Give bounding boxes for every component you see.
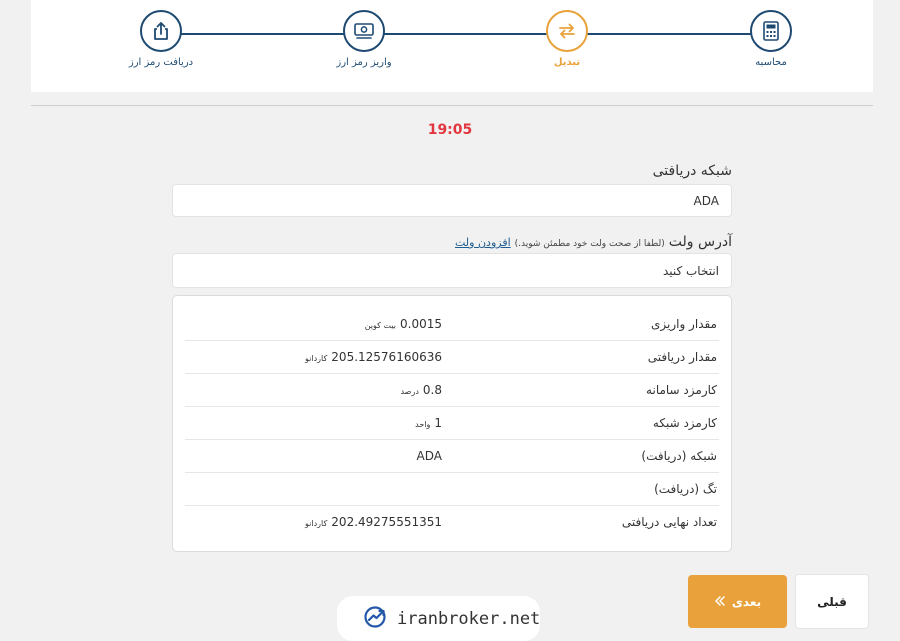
summary-row-label: مقدار دریافتی — [647, 350, 717, 364]
summary-row: شبکه (دریافت) ADA — [185, 440, 719, 473]
wallet-label-row: آدرس ولت(لطفا از صحت ولت خود مطمئن شوید.… — [455, 234, 732, 250]
summary-card: مقدار واریزی 0.0015 بیت کوین مقدار دریافت… — [172, 295, 732, 552]
network-value: ADA — [693, 193, 719, 208]
summary-row-value: 0.8درصد — [400, 383, 442, 397]
summary-row: تگ (دریافت) — [185, 473, 719, 506]
wallet-select[interactable]: انتخاب کنید — [172, 253, 732, 288]
add-wallet-link[interactable]: افزودن ولت — [455, 236, 511, 249]
value-number: 1 — [434, 416, 442, 430]
summary-row-label: مقدار واریزی — [650, 317, 717, 331]
summary-row: کارمزد سامانه 0.8درصد — [185, 374, 719, 407]
iranbroker-logo-icon — [363, 605, 389, 633]
prev-button-label: قبلی — [817, 594, 847, 609]
value-unit: کاردانو — [305, 354, 328, 363]
value-number: 0.8 — [422, 383, 442, 397]
wallet-hint: (لطفا از صحت ولت خود مطمئن شوید.) — [514, 239, 665, 249]
value-number: 0.0015 — [400, 317, 442, 331]
watermark-text: iranbroker.net — [397, 608, 541, 629]
summary-row-value — [438, 482, 442, 496]
prev-button[interactable]: قبلی — [795, 574, 869, 629]
network-label: شبکه دریافتی — [652, 163, 732, 179]
value-number: ADA — [416, 449, 442, 463]
network-field[interactable]: ADA — [172, 184, 732, 217]
summary-row-label: کارمزد شبکه — [652, 416, 717, 430]
calculator-icon — [750, 10, 792, 52]
exchange-form: شبکه دریافتی ADA آدرس ولت(لطفا از صحت ول… — [172, 0, 732, 560]
iranbroker-watermark: iranbroker.net — [337, 596, 540, 641]
summary-row: کارمزد شبکه 1واحد — [185, 407, 719, 440]
summary-row-value: ADA — [413, 449, 442, 463]
summary-row-label: کارمزد سامانه — [646, 383, 717, 397]
next-button[interactable]: بعدی — [688, 575, 787, 628]
summary-row: تعداد نهایی دریافتی 202.49275551351کاردا… — [185, 506, 719, 538]
summary-row-value: 0.0015 بیت کوین — [365, 317, 442, 331]
summary-row: مقدار دریافتی 205.12576160636کاردانو — [185, 341, 719, 374]
value-unit: واحد — [415, 420, 431, 429]
wallet-label: آدرس ولت — [668, 234, 732, 250]
value-unit: کاردانو — [305, 519, 328, 528]
summary-row-value: 202.49275551351کاردانو — [305, 515, 442, 529]
value-number: 202.49275551351 — [331, 515, 442, 529]
summary-row: مقدار واریزی 0.0015 بیت کوین — [185, 308, 719, 341]
double-chevron-left-icon — [714, 595, 726, 609]
value-number: 205.12576160636 — [331, 350, 442, 364]
summary-row-value: 205.12576160636کاردانو — [305, 350, 442, 364]
summary-row-label: تعداد نهایی دریافتی — [621, 515, 717, 529]
next-button-label: بعدی — [731, 594, 762, 609]
summary-row-label: تگ (دریافت) — [654, 482, 717, 496]
value-unit: بیت کوین — [364, 321, 396, 330]
value-unit: درصد — [400, 387, 419, 396]
wallet-placeholder: انتخاب کنید — [662, 263, 719, 278]
summary-row-label: شبکه (دریافت) — [641, 449, 717, 463]
summary-row-value: 1واحد — [415, 416, 442, 430]
